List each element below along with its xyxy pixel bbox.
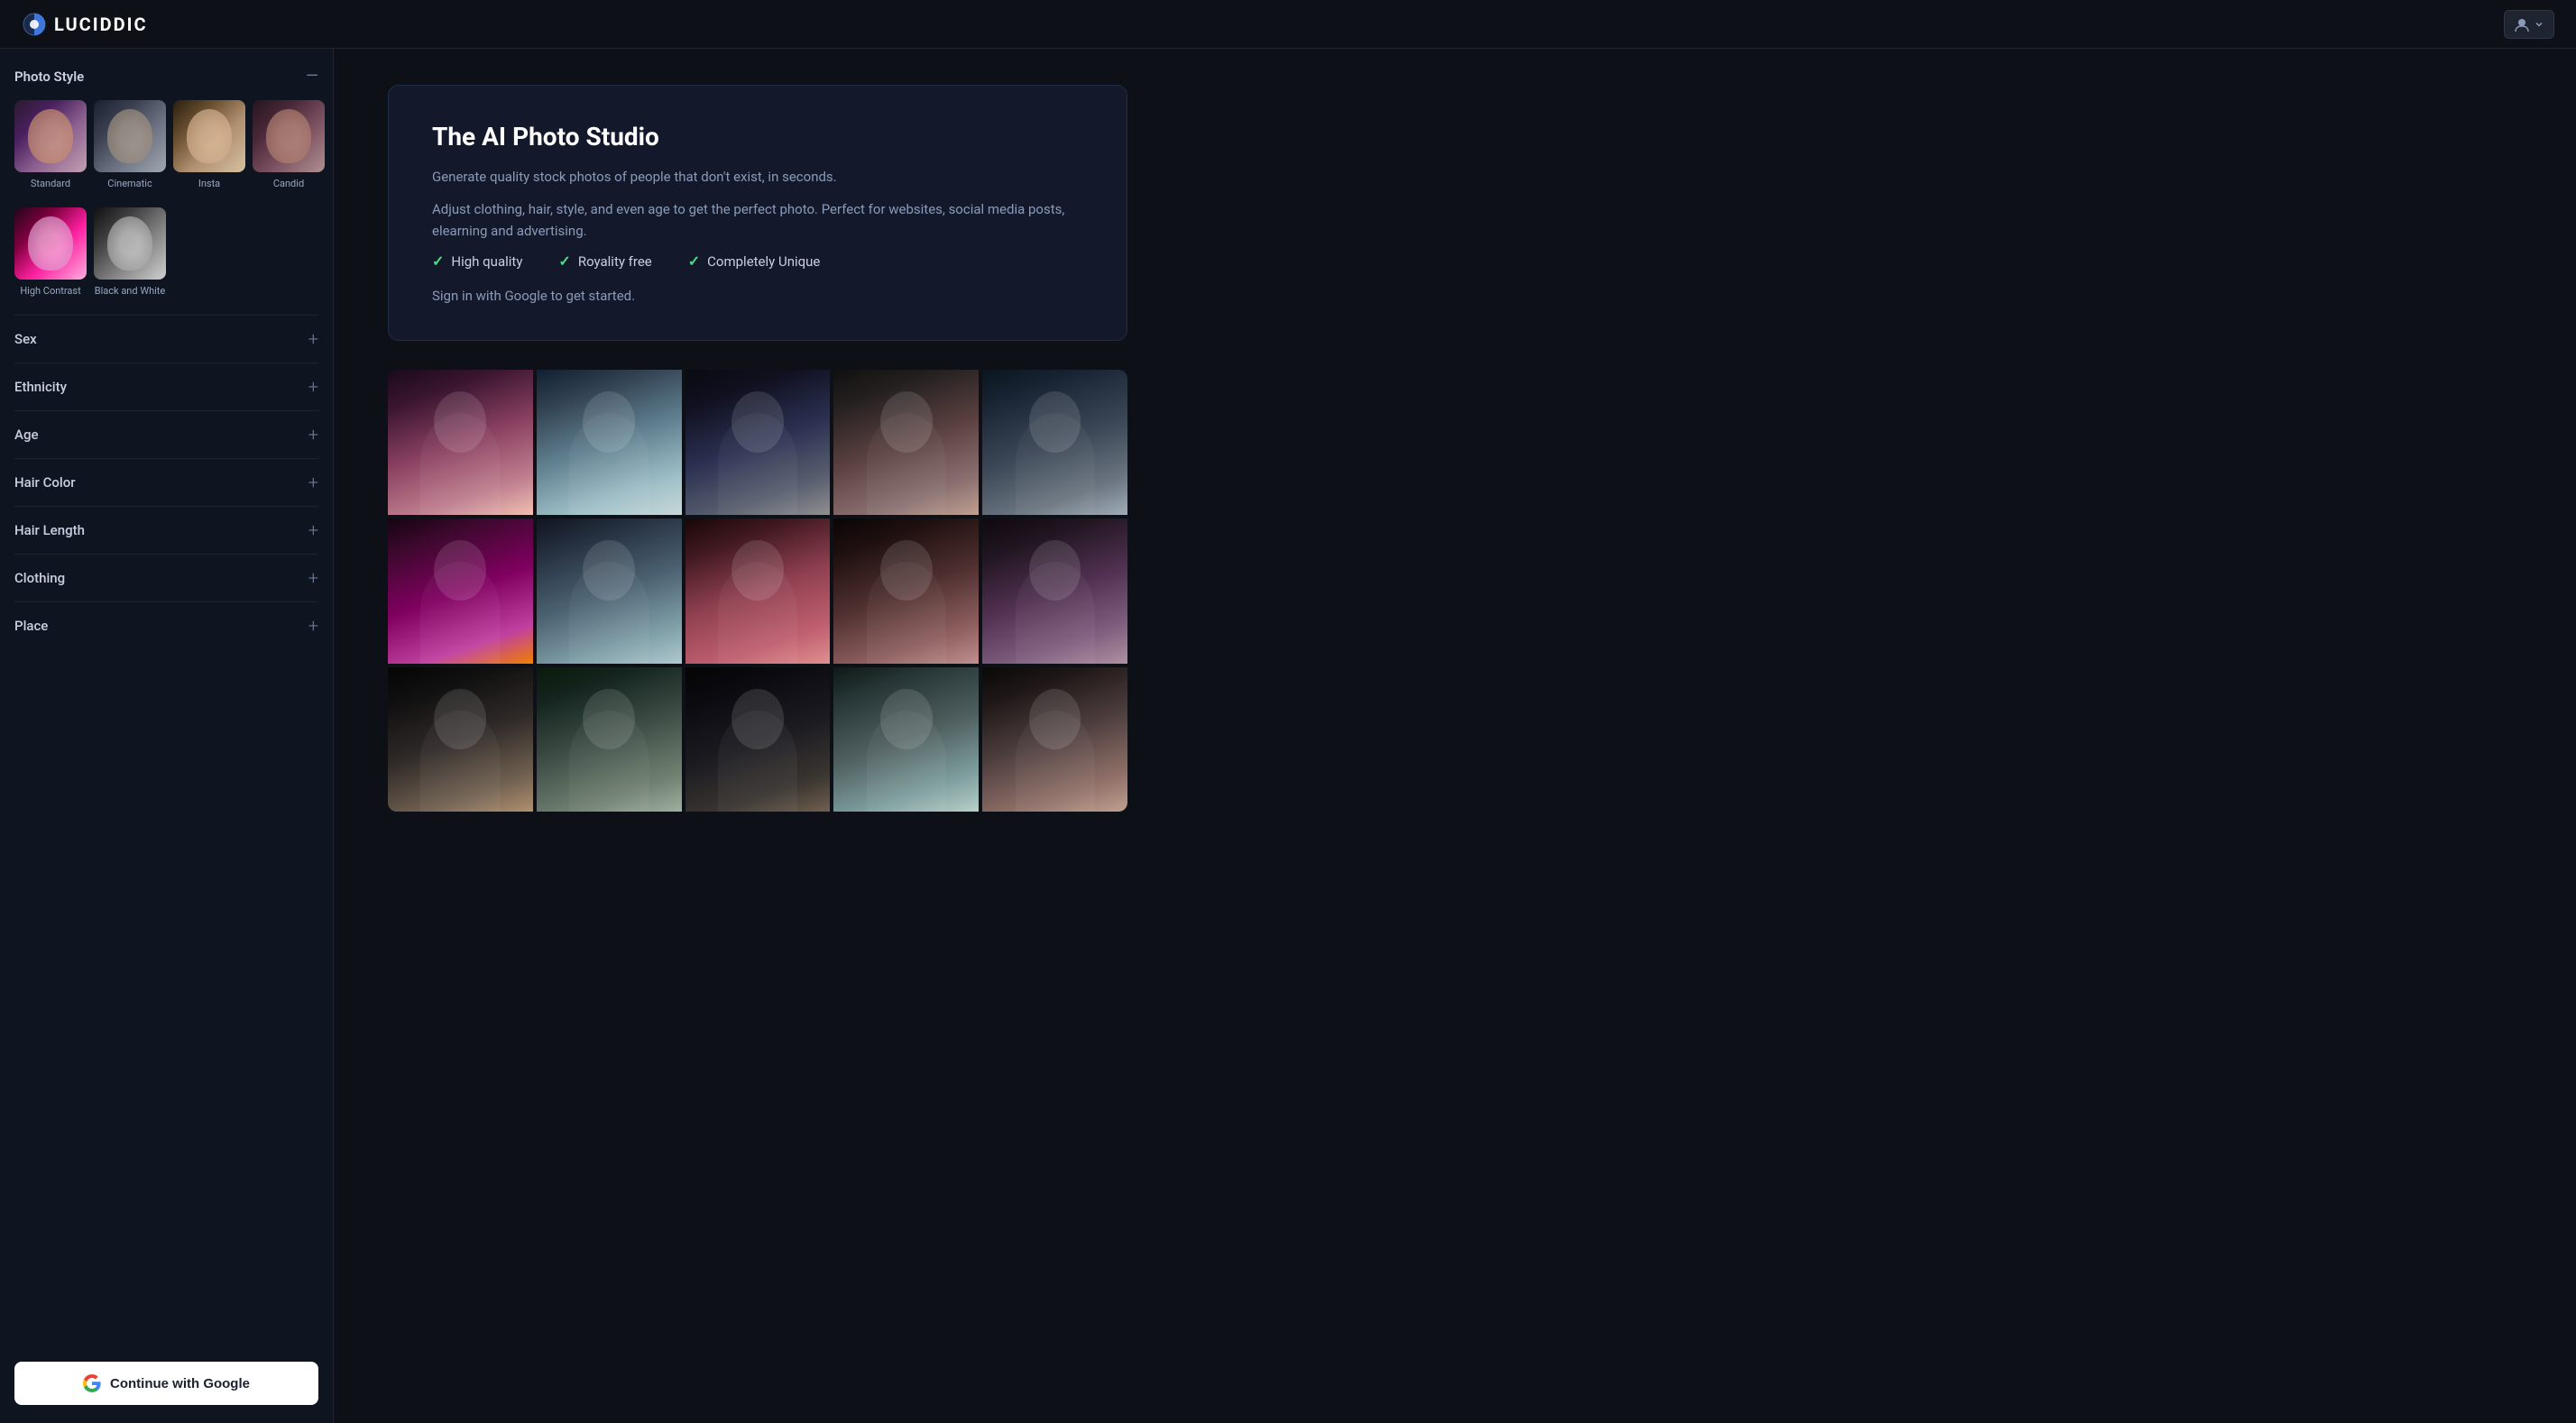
hero-desc1: Generate quality stock photos of people …	[432, 166, 1083, 188]
photo-cell-11	[388, 667, 533, 812]
style-insta-label: Insta	[198, 178, 220, 189]
main-content: The AI Photo Studio Generate quality sto…	[334, 49, 2576, 1423]
logo-icon	[22, 12, 47, 37]
photo-cell-12	[537, 667, 682, 812]
feature-unique-label: Completely Unique	[707, 253, 820, 270]
google-btn-label: Continue with Google	[110, 1376, 250, 1391]
hero-desc2: Adjust clothing, hair, style, and even a…	[432, 198, 1083, 242]
photo-style-grid-row1: Standard Cinematic Insta Candid	[14, 100, 318, 189]
feature-quality-label: High quality	[451, 253, 522, 270]
photo-cell-15	[982, 667, 1127, 812]
style-high-contrast-thumb	[14, 207, 87, 280]
style-cinematic[interactable]: Cinematic	[94, 100, 166, 189]
style-cinematic-label: Cinematic	[107, 178, 152, 189]
style-standard[interactable]: Standard	[14, 100, 87, 189]
filter-place[interactable]: Place +	[14, 601, 318, 649]
filter-age[interactable]: Age +	[14, 410, 318, 458]
photo-cell-7	[537, 519, 682, 664]
style-cinematic-thumb	[94, 100, 166, 172]
photo-cell-2	[537, 370, 682, 515]
photo-cell-9	[833, 519, 979, 664]
filter-sex-expand-icon: +	[308, 330, 318, 348]
photo-cell-4	[833, 370, 979, 515]
style-bw-thumb	[94, 207, 166, 280]
photo-cell-5	[982, 370, 1127, 515]
face-candid-overlay	[266, 109, 311, 163]
filter-ethnicity[interactable]: Ethnicity +	[14, 363, 318, 410]
photo-cell-1	[388, 370, 533, 515]
photo-cell-13	[685, 667, 831, 812]
filter-ethnicity-expand-icon: +	[308, 378, 318, 396]
filter-clothing[interactable]: Clothing +	[14, 554, 318, 601]
filter-clothing-label: Clothing	[14, 570, 65, 586]
continue-with-google-button[interactable]: Continue with Google	[14, 1362, 318, 1405]
feature-royalty-label: Royality free	[578, 253, 652, 270]
feature-high-quality: ✓ High quality	[432, 252, 522, 270]
signin-text: Sign in with Google to get started.	[432, 288, 1083, 304]
filter-hair-length-label: Hair Length	[14, 522, 85, 538]
face-insta-overlay	[187, 109, 232, 163]
filter-hair-color-expand-icon: +	[308, 473, 318, 491]
photo-cell-3	[685, 370, 831, 515]
photo-cell-10	[982, 519, 1127, 664]
filter-hair-color-label: Hair Color	[14, 474, 76, 491]
chevron-down-icon	[2534, 19, 2544, 30]
hero-title: The AI Photo Studio	[432, 122, 1083, 151]
style-standard-thumb	[14, 100, 87, 172]
filter-hair-length-expand-icon: +	[308, 521, 318, 539]
photo-cell-8	[685, 519, 831, 664]
filter-place-expand-icon: +	[308, 617, 318, 635]
sidebar-footer: Continue with Google	[14, 1344, 318, 1405]
style-candid-thumb	[253, 100, 325, 172]
check-icon-quality: ✓	[432, 252, 444, 270]
filter-ethnicity-label: Ethnicity	[14, 379, 67, 395]
face-standard-overlay	[28, 109, 73, 163]
photo-cell-14	[833, 667, 979, 812]
style-high-contrast[interactable]: High Contrast	[14, 207, 87, 297]
style-candid[interactable]: Candid	[253, 100, 325, 189]
logo-text: LUCIDDIC	[54, 14, 148, 35]
face-hc-overlay	[28, 216, 73, 271]
style-insta-thumb	[173, 100, 245, 172]
filter-age-expand-icon: +	[308, 426, 318, 444]
feature-unique: ✓ Completely Unique	[688, 252, 821, 270]
style-black-white[interactable]: Black and White	[94, 207, 166, 297]
filter-hair-length[interactable]: Hair Length +	[14, 506, 318, 554]
photo-grid	[388, 370, 1127, 812]
top-nav: LUCIDDIC	[0, 0, 2576, 49]
user-icon	[2514, 16, 2530, 32]
logo: LUCIDDIC	[22, 12, 148, 37]
style-insta[interactable]: Insta	[173, 100, 245, 189]
style-standard-label: Standard	[31, 178, 70, 189]
features-row: ✓ High quality ✓ Royality free ✓ Complet…	[432, 252, 1083, 270]
style-candid-label: Candid	[273, 178, 304, 189]
nav-right	[2504, 10, 2554, 39]
face-bw-overlay	[107, 216, 152, 271]
style-bw-label: Black and White	[95, 285, 166, 297]
hero-card: The AI Photo Studio Generate quality sto…	[388, 85, 1127, 341]
style-high-contrast-label: High Contrast	[20, 285, 80, 297]
check-icon-royalty: ✓	[558, 252, 570, 270]
photo-style-title: Photo Style	[14, 69, 84, 85]
feature-royalty-free: ✓ Royality free	[558, 252, 651, 270]
filter-hair-color[interactable]: Hair Color +	[14, 458, 318, 506]
collapse-icon[interactable]: —	[306, 67, 318, 86]
photo-cell-6	[388, 519, 533, 664]
face-cinematic-overlay	[107, 109, 152, 163]
sidebar: Photo Style — Standard Cinematic	[0, 49, 334, 1423]
photo-style-section: Photo Style —	[14, 67, 318, 86]
check-icon-unique: ✓	[688, 252, 700, 270]
filter-sex[interactable]: Sex +	[14, 315, 318, 363]
google-logo-icon	[83, 1374, 101, 1392]
main-layout: Photo Style — Standard Cinematic	[0, 49, 2576, 1423]
filter-sex-label: Sex	[14, 331, 37, 347]
user-menu-button[interactable]	[2504, 10, 2554, 39]
filter-clothing-expand-icon: +	[308, 569, 318, 587]
filter-place-label: Place	[14, 618, 48, 634]
photo-style-grid-row2: High Contrast Black and White	[14, 207, 318, 297]
filter-age-label: Age	[14, 427, 38, 443]
